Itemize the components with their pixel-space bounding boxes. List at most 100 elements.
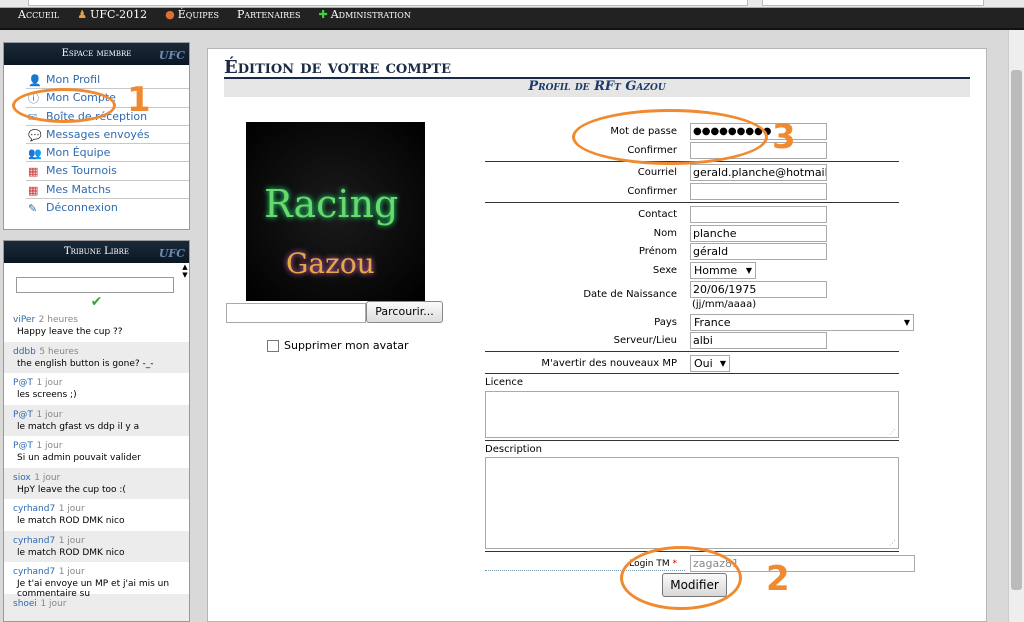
- nav-equipes[interactable]: ● Équipes: [165, 8, 219, 21]
- serveur-row: Serveur/Lieu albi: [485, 332, 922, 351]
- tribune-scroll-arrows[interactable]: ▲ ▼: [181, 263, 189, 299]
- divider: [485, 351, 899, 352]
- notify-select[interactable]: Oui ▼: [690, 355, 730, 372]
- scrollbar-thumb[interactable]: [1011, 70, 1022, 590]
- menu-mon-equipe[interactable]: 👥 Mon Équipe: [26, 144, 189, 163]
- message-author[interactable]: P@T: [13, 441, 33, 451]
- message-author[interactable]: siox: [13, 473, 31, 483]
- licence-textarea[interactable]: ⋰: [485, 391, 899, 438]
- user-icon: 👤: [28, 74, 42, 87]
- divider: [485, 202, 899, 203]
- divider: [485, 440, 899, 441]
- nom-input[interactable]: planche: [690, 225, 827, 242]
- dob-row: Date de Naissance 20/06/1975: [485, 281, 922, 300]
- nav-label: Administration: [330, 8, 411, 21]
- message-time: 1 jour: [58, 504, 85, 514]
- message-author[interactable]: cyrhand7: [13, 567, 55, 577]
- profile-header: Profil de RFt Gazou: [224, 79, 970, 97]
- message-text: le match ROD DMK nico: [17, 516, 125, 526]
- email-input[interactable]: gerald.planche@hotmail: [690, 164, 827, 181]
- tribune-libre-box: Tribune Libre UFC ▲ ▼ ✔ viPer 2 heures Hap…: [3, 240, 190, 622]
- team-icon: ●: [165, 8, 175, 21]
- contact-label: Contact: [638, 209, 677, 220]
- tribune-message: cyrhand7 1 jour le match ROD DMK nico: [4, 530, 189, 562]
- nav-partenaires[interactable]: Partenaires: [237, 8, 301, 21]
- espace-membre-header: Espace membre UFC: [4, 43, 189, 65]
- prenom-input[interactable]: gérald: [690, 243, 827, 260]
- browser-address-field[interactable]: [28, 0, 748, 6]
- annotation-number-1: 1: [127, 80, 151, 120]
- resize-grip-icon[interactable]: ⋰: [889, 428, 896, 436]
- menu-deconnexion[interactable]: ✎ Déconnexion: [26, 199, 189, 217]
- description-label: Description: [485, 444, 542, 455]
- avatar-image: Racing Gazou: [246, 122, 425, 301]
- message-author[interactable]: viPer: [13, 315, 35, 325]
- nav-label: Partenaires: [236, 8, 301, 21]
- message-time: 1 jour: [36, 441, 63, 451]
- member-menu: 👤 Mon Profil ⓘ Mon Compte ✉ Boîte de récept…: [4, 65, 189, 223]
- menu-mes-tournois[interactable]: ▦ Mes Tournois: [26, 162, 189, 181]
- email-label: Courriel: [637, 167, 677, 178]
- tribune-message: cyrhand7 1 jour Je t'ai envoye un MP et j…: [4, 562, 189, 599]
- menu-mon-profil[interactable]: 👤 Mon Profil: [26, 71, 189, 90]
- pays-label: Pays: [654, 317, 677, 328]
- resize-grip-icon[interactable]: ⋰: [889, 539, 896, 547]
- prenom-label: Prénom: [638, 246, 677, 257]
- pays-value: France: [694, 316, 731, 329]
- message-time: 1 jour: [58, 567, 85, 577]
- tribune-message: P@T 1 jour les screens ;): [4, 373, 189, 405]
- message-text: le match ROD DMK nico: [17, 547, 125, 558]
- menu-label: Mon Profil: [46, 73, 101, 86]
- delete-avatar-checkbox[interactable]: [267, 339, 279, 352]
- browser-search-field[interactable]: [762, 0, 984, 6]
- tribune-message-input[interactable]: [16, 277, 174, 293]
- serveur-label: Serveur/Lieu: [613, 335, 677, 346]
- logout-icon: ✎: [28, 202, 38, 216]
- pays-row: Pays France ▼: [485, 314, 922, 333]
- email-row: Courriel gerald.planche@hotmail: [485, 164, 922, 183]
- email-confirm-input[interactable]: [690, 183, 827, 200]
- nav-ufc-2012[interactable]: ♟ UFC-2012: [77, 8, 147, 21]
- message-author[interactable]: P@T: [13, 410, 33, 420]
- avatar-logo-text: Gazou: [286, 247, 375, 280]
- menu-label: Messages envoyés: [46, 127, 150, 141]
- message-time: 2 heures: [38, 315, 78, 325]
- tribune-message: siox 1 jour HpY leave the cup too :(: [4, 467, 189, 499]
- description-textarea[interactable]: ⋰: [485, 457, 899, 549]
- avatar-file-input[interactable]: [226, 303, 366, 323]
- message-text: HpY leave the cup too :(: [17, 484, 126, 495]
- tribune-message: shoei 1 jour: [4, 593, 189, 621]
- browse-button[interactable]: Parcourir...: [366, 301, 443, 323]
- message-author[interactable]: P@T: [13, 378, 33, 388]
- trophy-icon: ♟: [77, 8, 88, 21]
- checkmark-icon[interactable]: ✔: [4, 294, 189, 310]
- dropdown-arrow-icon: ▼: [719, 359, 726, 368]
- message-author[interactable]: cyrhand7: [13, 504, 55, 514]
- message-text: Happy leave the cup ??: [17, 327, 123, 337]
- message-author[interactable]: ddbb: [13, 347, 36, 357]
- message-time: 1 jour: [34, 472, 61, 483]
- message-time: 1 jour: [58, 535, 85, 546]
- message-author[interactable]: shoei: [13, 599, 37, 609]
- menu-mes-matchs[interactable]: ▦ Mes Matchs: [26, 181, 189, 200]
- pays-select[interactable]: France ▼: [690, 314, 914, 331]
- message-text: Si un admin pouvait valider: [17, 453, 141, 463]
- espace-membre-box: Espace membre UFC 👤 Mon Profil ⓘ Mon Compt…: [3, 42, 190, 230]
- delete-avatar-option[interactable]: Supprimer mon avatar: [267, 339, 408, 352]
- group-icon: 👥: [28, 147, 42, 161]
- page-scrollbar[interactable]: [1008, 30, 1024, 622]
- prenom-row: Prénom gérald: [485, 243, 922, 262]
- licence-label: Licence: [485, 377, 523, 388]
- dob-input[interactable]: 20/06/1975: [690, 281, 827, 298]
- menu-messages-envoyes[interactable]: 💬 Messages envoyés: [26, 126, 189, 145]
- sexe-select[interactable]: Homme ▼: [690, 262, 756, 279]
- message-author[interactable]: cyrhand7: [13, 536, 55, 546]
- contact-input[interactable]: [690, 206, 827, 223]
- message-time: 1 jour: [36, 409, 63, 420]
- avatar-logo-text: Racing: [264, 182, 399, 226]
- serveur-input[interactable]: albi: [690, 332, 827, 349]
- nav-accueil[interactable]: Accueil: [18, 8, 59, 21]
- nav-administration[interactable]: ✚ Administration: [319, 8, 411, 21]
- menu-label: Mes Matchs: [46, 182, 111, 196]
- contact-row: Contact: [485, 206, 922, 225]
